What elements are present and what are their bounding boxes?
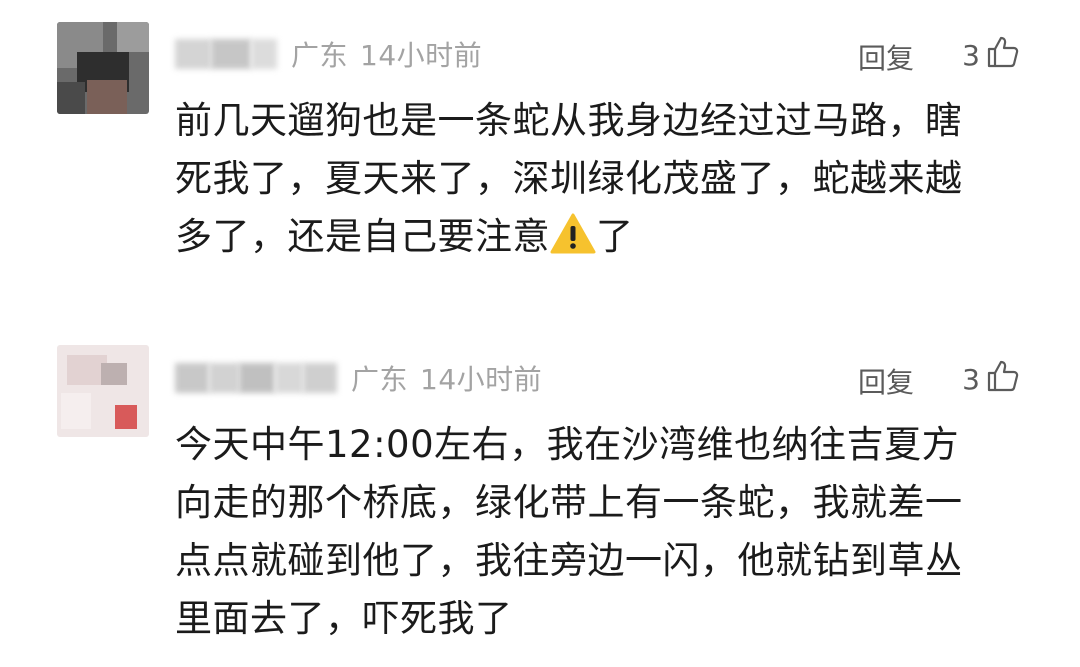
timestamp: 14小时前 bbox=[360, 39, 483, 72]
comment-item: 广东 14小时前 回复 3 今天中午12:00左右，我在沙湾维也纳往吉夏方 向走… bbox=[0, 330, 1080, 667]
comment-line: 前几天遛狗也是一条蛇从我身边经过过马路，瞎 bbox=[175, 99, 963, 142]
username-blurred[interactable] bbox=[175, 361, 337, 395]
comment-line: 里面去了，吓死我了 bbox=[175, 597, 513, 640]
comment-item: 广东 14小时前 回复 3 前几天遛狗也是一条蛇从我身边经过过马路，瞎 死我了，… bbox=[0, 0, 1080, 300]
thumbs-up-icon bbox=[986, 35, 1020, 76]
avatar[interactable] bbox=[57, 22, 149, 114]
comment-line-text: 了 bbox=[596, 215, 634, 258]
warning-icon bbox=[550, 213, 596, 254]
comment-text: 今天中午12:00左右，我在沙湾维也纳往吉夏方 向走的那个桥底，绿化带上有一条蛇… bbox=[175, 416, 1035, 648]
comment-line: 点点就碰到他了，我往旁边一闪，他就钻到草丛 bbox=[175, 539, 963, 582]
timestamp: 14小时前 bbox=[420, 363, 543, 396]
like-count: 3 bbox=[962, 39, 980, 72]
reply-button[interactable]: 回复 bbox=[858, 361, 914, 401]
comment-text: 前几天遛狗也是一条蛇从我身边经过过马路，瞎 死我了，夏天来了，深圳绿化茂盛了，蛇… bbox=[175, 92, 1035, 266]
like-button[interactable]: 3 bbox=[962, 359, 1020, 400]
avatar[interactable] bbox=[57, 345, 149, 437]
region-label: 广东 bbox=[291, 39, 349, 72]
comment-line: 多了，还是自己要注意 了 bbox=[175, 208, 1035, 266]
username-blurred[interactable] bbox=[175, 37, 277, 71]
region-label: 广东 bbox=[351, 363, 409, 396]
comment-meta: 广东 14小时前 bbox=[175, 358, 542, 398]
reply-button[interactable]: 回复 bbox=[858, 37, 914, 77]
thumbs-up-icon bbox=[986, 359, 1020, 400]
comment-meta: 广东 14小时前 bbox=[175, 34, 482, 74]
comment-line: 死我了，夏天来了，深圳绿化茂盛了，蛇越来越 bbox=[175, 157, 963, 200]
like-button[interactable]: 3 bbox=[962, 35, 1020, 76]
like-count: 3 bbox=[962, 363, 980, 396]
comment-line: 向走的那个桥底，绿化带上有一条蛇，我就差一 bbox=[175, 481, 963, 524]
comment-line-text: 多了，还是自己要注意 bbox=[175, 215, 550, 258]
comment-line: 今天中午12:00左右，我在沙湾维也纳往吉夏方 bbox=[175, 423, 960, 466]
